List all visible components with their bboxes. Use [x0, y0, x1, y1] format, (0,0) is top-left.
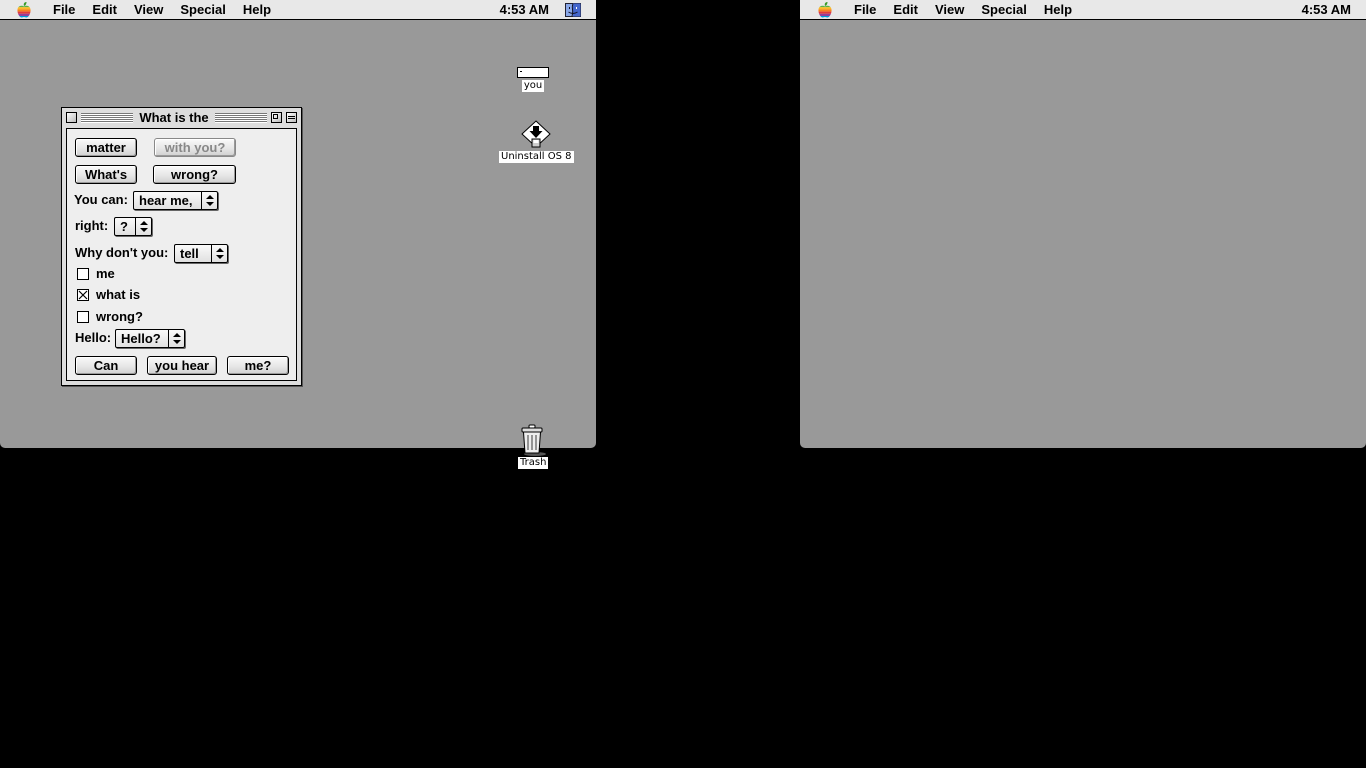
me-button[interactable]: me? — [227, 356, 289, 375]
menu-bar: File Edit View Special Help 4:53 AM — [0, 0, 596, 20]
finder-app-icon[interactable] — [563, 1, 583, 19]
right-popup[interactable]: ? — [114, 217, 152, 236]
checkbox-label: what is — [96, 287, 141, 302]
window-title-bar[interactable]: What is the — [62, 108, 301, 127]
collapse-box-icon[interactable] — [286, 112, 297, 123]
zoom-box-icon[interactable] — [271, 112, 282, 123]
whats-button[interactable]: What's — [75, 165, 137, 184]
menu-file[interactable]: File — [846, 0, 885, 20]
apple-menu-icon[interactable] — [13, 0, 35, 20]
window-title: What is the — [139, 110, 209, 125]
checkbox-box[interactable] — [77, 268, 89, 280]
desktop-icon-installer[interactable]: Uninstall OS 8 — [499, 120, 574, 163]
matter-button[interactable]: matter — [75, 138, 137, 157]
window-content: matter with you? What's wrong? You can: … — [66, 128, 297, 381]
hello-popup[interactable]: Hello? — [115, 329, 185, 348]
checkbox-label: me — [96, 266, 115, 281]
dialog-window: What is the matter with you? What's wron… — [61, 107, 302, 386]
menu-view[interactable]: View — [927, 0, 973, 20]
checkbox-box[interactable] — [77, 311, 89, 323]
right-label: right: — [75, 218, 109, 233]
menu-clock[interactable]: 4:53 AM — [1302, 2, 1366, 17]
apple-menu-icon[interactable] — [814, 0, 836, 20]
popup-arrows-icon — [168, 330, 184, 347]
why-dont-you-popup-value: tell — [180, 246, 199, 261]
desktop-icon-volume-label: you — [521, 80, 545, 92]
why-dont-you-label: Why don't you: — [75, 245, 169, 260]
checkbox-me[interactable]: me — [77, 266, 115, 282]
you-can-label: You can: — [74, 192, 128, 207]
installer-diamond-icon — [521, 120, 552, 148]
left-screen: File Edit View Special Help 4:53 AM you — [0, 0, 596, 448]
right-popup-value: ? — [120, 219, 128, 234]
with-you-button[interactable]: with you? — [154, 138, 236, 157]
checkbox-what-is[interactable]: what is — [77, 287, 140, 303]
checkbox-wrong[interactable]: wrong? — [77, 309, 143, 325]
trash-can-icon — [521, 424, 547, 456]
menu-edit[interactable]: Edit — [885, 0, 927, 20]
hello-popup-value: Hello? — [121, 331, 161, 346]
menu-file[interactable]: File — [45, 0, 84, 20]
menu-clock[interactable]: 4:53 AM — [500, 2, 563, 17]
you-can-popup[interactable]: hear me, — [133, 191, 218, 210]
menu-help[interactable]: Help — [235, 0, 280, 20]
checkbox-label: wrong? — [96, 309, 143, 324]
checkmark-x-icon — [78, 290, 88, 300]
popup-arrows-icon — [201, 192, 217, 209]
desktop-icon-installer-label: Uninstall OS 8 — [499, 151, 574, 163]
menu-special[interactable]: Special — [973, 0, 1036, 20]
right-screen: File Edit View Special Help 4:53 AM — [800, 0, 1366, 448]
menu-help[interactable]: Help — [1036, 0, 1081, 20]
popup-arrows-icon — [135, 218, 151, 235]
desktop-icon-trash[interactable]: Trash — [518, 424, 549, 469]
you-hear-button[interactable]: you hear — [147, 356, 217, 375]
can-button[interactable]: Can — [75, 356, 137, 375]
desktop-icon-volume[interactable]: you — [517, 66, 549, 92]
desktop-icon-trash-label: Trash — [518, 457, 549, 469]
why-dont-you-popup[interactable]: tell — [174, 244, 228, 263]
checkbox-box-checked[interactable] — [77, 289, 89, 301]
menu-edit[interactable]: Edit — [84, 0, 126, 20]
menu-special[interactable]: Special — [172, 0, 235, 20]
close-box-icon[interactable] — [66, 112, 77, 123]
menu-view[interactable]: View — [126, 0, 172, 20]
you-can-popup-value: hear me, — [139, 193, 193, 208]
popup-arrows-icon — [211, 245, 227, 262]
disk-volume-icon — [517, 67, 549, 78]
wrong-button[interactable]: wrong? — [153, 165, 236, 184]
menu-bar-right: File Edit View Special Help 4:53 AM — [800, 0, 1366, 20]
hello-label: Hello: — [75, 330, 112, 345]
